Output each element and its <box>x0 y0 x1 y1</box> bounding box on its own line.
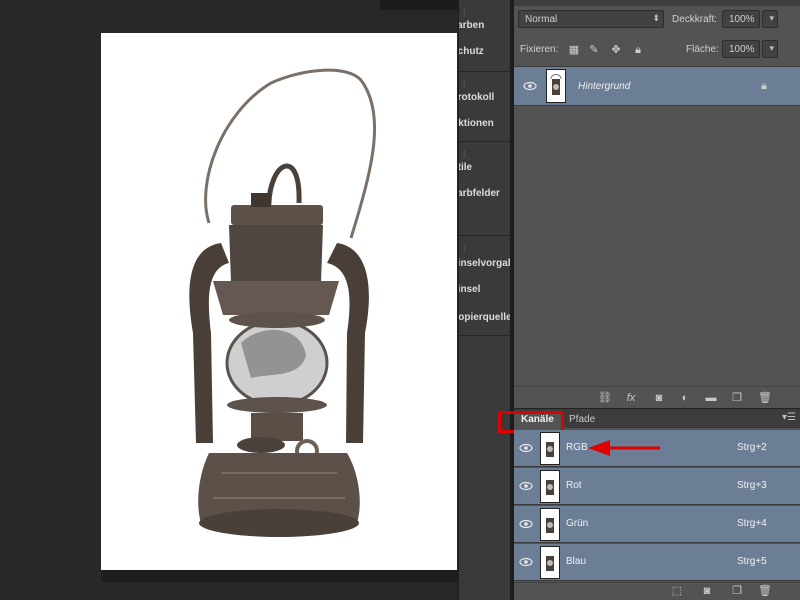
channel-name: RGB <box>566 442 588 453</box>
panel-group-2: ⁞ Protokoll Aktionen <box>459 72 511 142</box>
layers-list-empty-area[interactable] <box>514 106 800 386</box>
panel-group-3: ⁞ Stile Farbfelder <box>459 142 511 236</box>
grip-icon[interactable]: ⁞ <box>463 8 469 17</box>
lock-icon: 🔒︎ <box>761 80 767 92</box>
panel-group-1: ⁞ Farben Schutz <box>459 0 511 72</box>
fill-dropdown[interactable]: ▾ <box>762 40 778 58</box>
panel-group-4: ⁞ Pinselvorgaben Pinsel Kopierquelle <box>459 236 511 336</box>
annotation-arrow <box>588 440 660 456</box>
document-canvas[interactable] <box>101 33 457 570</box>
channels-footer: ⬚ ◙ ❐ 🗑︎ <box>514 582 800 600</box>
panel-item-kopierquelle[interactable]: Kopierquelle <box>459 312 511 330</box>
lock-all-icon[interactable]: 🔒︎ <box>632 44 644 56</box>
channel-thumbnail <box>540 546 560 579</box>
selection-icon[interactable]: ⬚ <box>670 584 684 598</box>
canvas-top-strip <box>380 0 458 10</box>
lantern-image <box>189 68 377 537</box>
channel-row-gruen[interactable]: Grün Strg+4 <box>514 506 800 543</box>
chevron-down-icon: ▾ <box>769 43 774 53</box>
channels-panel: Kanäle Pfade ▾☰ RGB Strg+2 Rot Strg+3 Gr… <box>498 408 800 600</box>
fx-icon[interactable]: fx <box>624 391 638 405</box>
panel-item-farben[interactable]: Farben <box>459 20 511 38</box>
layers-options-bar: Normal ⬍ Deckkraft: 100% ▾ <box>514 0 800 38</box>
photoshop-window: ⁞ Farben Schutz ⁞ Protokoll Aktionen ⁞ S… <box>0 0 800 600</box>
trash-icon[interactable]: 🗑︎ <box>758 584 772 598</box>
channel-row-rot[interactable]: Rot Strg+3 <box>514 468 800 505</box>
lock-transparency-icon[interactable]: ▦ <box>568 44 580 56</box>
mask-icon[interactable]: ◙ <box>652 391 666 405</box>
lock-brush-icon[interactable]: ✎ <box>588 44 600 56</box>
fill-value: 100% <box>729 44 755 55</box>
tab-pfade-label: Pfade <box>569 414 596 425</box>
channel-name: Grün <box>566 518 589 529</box>
channel-shortcut: Strg+4 <box>737 518 767 529</box>
channel-thumbnail <box>540 508 560 541</box>
fill-label: Fläche: <box>686 44 719 55</box>
layers-footer: ⛓ fx ◙ ◐ ▬ ❐ 🗑︎ <box>514 386 800 408</box>
canvas-area[interactable] <box>0 0 458 600</box>
panel-item-stile[interactable]: Stile <box>459 162 511 180</box>
channel-name: Rot <box>566 480 582 491</box>
tab-pfade[interactable]: Pfade <box>562 411 602 429</box>
opacity-value: 100% <box>729 14 755 25</box>
layer-name[interactable]: Hintergrund <box>578 81 630 92</box>
mask-icon[interactable]: ◙ <box>700 584 714 598</box>
lock-move-icon[interactable]: ✥ <box>610 44 622 56</box>
layers-panel: Normal ⬍ Deckkraft: 100% ▾ Fixieren: ▦ ✎… <box>514 0 800 408</box>
eye-icon[interactable] <box>519 557 533 567</box>
channel-thumbnail <box>540 470 560 503</box>
panel-item-aktionen[interactable]: Aktionen <box>459 118 511 136</box>
layer-thumbnail <box>546 69 566 103</box>
new-channel-icon[interactable]: ❐ <box>730 584 744 598</box>
opacity-input[interactable]: 100% <box>722 10 760 28</box>
grip-icon[interactable]: ⁞ <box>463 80 469 89</box>
adjustment-icon[interactable]: ◐ <box>678 391 692 405</box>
tab-kanaele[interactable]: Kanäle <box>498 411 564 433</box>
layer-row-hintergrund[interactable]: Hintergrund 🔒︎ <box>514 66 800 106</box>
trash-icon[interactable]: 🗑︎ <box>758 391 772 405</box>
grip-icon[interactable]: ⁞ <box>463 150 469 159</box>
panel-item-pinselvorgaben[interactable]: Pinselvorgaben <box>459 258 511 276</box>
channel-shortcut: Strg+3 <box>737 480 767 491</box>
opacity-dropdown[interactable]: ▾ <box>762 10 778 28</box>
lock-label: Fixieren: <box>520 44 559 55</box>
eye-icon[interactable] <box>523 81 537 91</box>
blend-mode-value: Normal <box>525 14 558 25</box>
panel-item-farbfelder[interactable]: Farbfelder <box>459 188 511 206</box>
eye-icon[interactable] <box>519 443 533 453</box>
chevron-down-icon: ▾ <box>769 13 774 23</box>
eye-icon[interactable] <box>519 519 533 529</box>
panel-item-protokoll[interactable]: Protokoll <box>459 92 511 110</box>
folder-icon[interactable]: ▬ <box>704 391 718 405</box>
channel-thumbnail <box>540 432 560 465</box>
channel-shortcut: Strg+2 <box>737 442 767 453</box>
panel-menu-icon[interactable]: ▾☰ <box>782 412 796 423</box>
dropdown-arrow-icon: ⬍ <box>652 13 660 23</box>
channel-shortcut: Strg+5 <box>737 556 767 567</box>
eye-icon[interactable] <box>519 481 533 491</box>
fill-input[interactable]: 100% <box>722 40 760 58</box>
lock-row: Fixieren: ▦ ✎ ✥ 🔒︎ Fläche: 100% ▾ <box>514 38 800 66</box>
blend-mode-dropdown[interactable]: Normal ⬍ <box>518 10 664 28</box>
panel-item-pinsel[interactable]: Pinsel <box>459 284 511 302</box>
channel-row-blau[interactable]: Blau Strg+5 <box>514 544 800 581</box>
collapsed-panel-strip: ⁞ Farben Schutz ⁞ Protokoll Aktionen ⁞ S… <box>458 0 511 600</box>
link-icon[interactable]: ⛓ <box>598 391 612 405</box>
canvas-shadow <box>101 570 458 582</box>
channel-name: Blau <box>566 556 587 567</box>
opacity-label: Deckkraft: <box>672 14 718 25</box>
panel-item-schutz[interactable]: Schutz <box>459 46 511 64</box>
grip-icon[interactable]: ⁞ <box>463 244 469 253</box>
channels-tab-bar: Kanäle Pfade ▾☰ <box>498 408 800 433</box>
new-layer-icon[interactable]: ❐ <box>730 391 744 405</box>
